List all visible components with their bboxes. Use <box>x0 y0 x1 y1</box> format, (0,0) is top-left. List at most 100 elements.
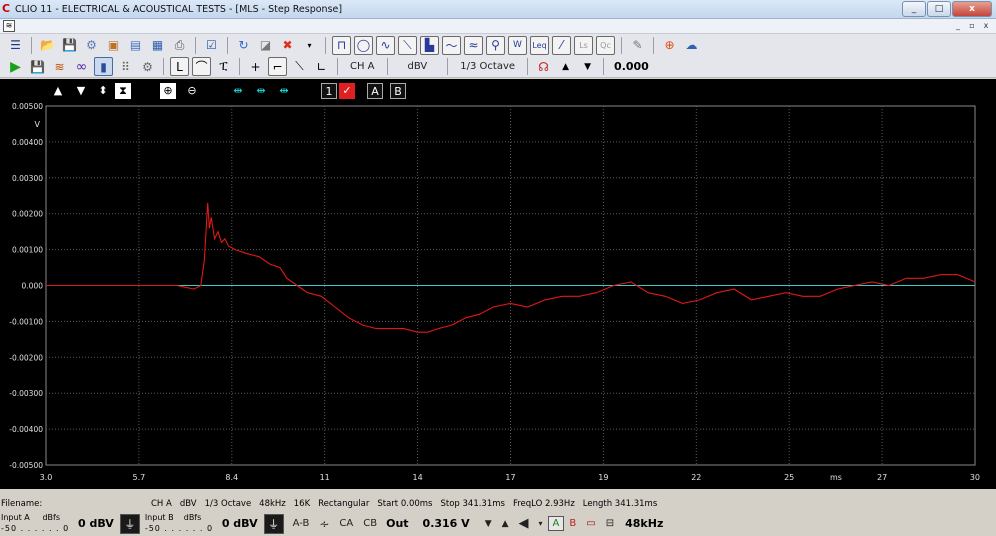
x-tick-label: 17 <box>505 473 515 482</box>
zoom-out-icon[interactable]: ⊖ <box>184 83 200 99</box>
checklist-icon[interactable]: ☑ <box>202 36 221 55</box>
image-icon[interactable]: ▤ <box>126 36 145 55</box>
microphone-icon[interactable]: ⚲ <box>486 35 505 55</box>
options-gear-icon[interactable]: ⚙ <box>138 57 157 76</box>
mdi-minimize-button[interactable]: _ <box>952 20 964 32</box>
cursor-right-icon[interactable]: ⇹ <box>276 83 292 99</box>
loop-icon[interactable]: ∻ <box>314 517 334 531</box>
overlay-b-button[interactable]: B <box>390 83 406 99</box>
maximize-button[interactable]: □ <box>927 1 951 17</box>
oscilloscope-icon[interactable]: 〜 <box>442 35 461 55</box>
impulse-icon[interactable]: ፒ <box>214 57 233 76</box>
waveform-icon[interactable]: ∿ <box>376 35 395 55</box>
close-button[interactable]: x <box>952 1 992 17</box>
menu-icon[interactable]: ☰ <box>6 36 25 55</box>
print-icon[interactable]: ⎙ <box>170 36 189 55</box>
hardware-box-icon[interactable]: ⊟ <box>601 518 619 529</box>
export-icon[interactable]: ▣ <box>104 36 123 55</box>
cloud-icon[interactable]: ☁ <box>682 36 701 55</box>
overlay-a-button[interactable]: A <box>367 83 383 99</box>
toolbar-separator <box>337 58 338 75</box>
step-response-trace[interactable] <box>46 202 976 333</box>
mdi-restore-button[interactable]: ▫ <box>966 20 978 32</box>
expand-vertical-icon[interactable]: ⬍ <box>95 83 111 99</box>
channel-selector[interactable]: CH A <box>344 61 381 72</box>
step-response-chart[interactable]: 0.00500 0.00400 0.00300 0.00200 0.00100 0.000… <box>0 79 996 489</box>
scroll-down-icon[interactable]: ▼ <box>73 83 89 99</box>
impedance-icon[interactable]: ▭ <box>581 518 600 529</box>
save-measure-icon[interactable]: 💾 <box>28 57 47 76</box>
overlay-1-button[interactable]: 1 <box>321 83 337 99</box>
wf-icon[interactable]: W <box>508 35 527 55</box>
ls-icon[interactable]: Ls <box>574 35 593 55</box>
infinity-icon[interactable]: ∞ <box>72 57 91 76</box>
sweep-icon[interactable]: ⟍ <box>398 35 417 55</box>
reference-value[interactable]: 0.000 <box>610 60 653 73</box>
plot-area[interactable]: 0.00500 0.00400 0.00300 0.00200 0.00100 0.000… <box>0 79 996 489</box>
linear-icon[interactable]: ⁄ <box>552 35 571 55</box>
input-a-phantom-icon[interactable]: ⏚ <box>119 513 140 534</box>
input-b-phantom-icon[interactable]: ⏚ <box>263 513 284 534</box>
leq-icon[interactable]: Leq <box>530 35 549 55</box>
multimeter-icon[interactable]: ≈ <box>464 35 483 55</box>
channel-a-output-button[interactable]: A <box>547 516 565 531</box>
input-b-gain[interactable]: 0 dBV <box>216 517 264 530</box>
calendar-icon[interactable]: ▦ <box>148 36 167 55</box>
mls-icon[interactable]: ⊓ <box>332 35 351 55</box>
input-b-meter: Input B dBfs -50 . . . . . . 0 <box>144 512 214 533</box>
ca-button[interactable]: CA <box>334 518 358 529</box>
gate-icon[interactable]: ⌐ <box>268 57 287 76</box>
info-freqlo: FreqLO 2.93Hz <box>512 499 575 509</box>
curve-icon[interactable]: ⌒ <box>192 57 211 76</box>
output-level[interactable]: 0.316 V <box>413 517 480 530</box>
dropdown-arrow-icon[interactable]: ▾ <box>300 36 319 55</box>
fit-vertical-icon[interactable]: ⧗ <box>115 83 131 99</box>
unit-selector[interactable]: dBV <box>394 61 442 72</box>
sinusoidal-icon[interactable]: ◯ <box>354 35 373 55</box>
step-l-icon[interactable]: L <box>170 57 189 76</box>
marker-icon[interactable]: ☊ <box>534 57 553 76</box>
cursor-plus-icon[interactable]: + <box>246 57 265 76</box>
open-folder-icon[interactable]: 📂 <box>38 36 57 55</box>
toolbar-separator <box>31 36 32 54</box>
loop-list-icon[interactable]: ≋ <box>50 57 69 76</box>
pencil-icon[interactable]: ✎ <box>628 36 647 55</box>
play-icon[interactable]: ▶ <box>6 57 25 76</box>
scroll-up-icon[interactable]: ▲ <box>50 83 66 99</box>
input-a-gain[interactable]: 0 dBV <box>72 517 120 530</box>
speaker-icon[interactable]: ◀ <box>514 516 534 531</box>
output-down-icon[interactable]: ▼ <box>480 519 497 529</box>
smoothing-selector[interactable]: 1/3 Octave <box>454 61 521 72</box>
info-window: Rectangular <box>318 499 370 509</box>
cursor-both-icon[interactable]: ⇹ <box>253 83 269 99</box>
eraser-icon[interactable]: ◪ <box>256 36 275 55</box>
overlay-check-button[interactable]: ✓ <box>339 83 355 99</box>
cursor-left-icon[interactable]: ⇹ <box>230 83 246 99</box>
axis-icon[interactable]: ∟ <box>312 57 331 76</box>
channel-b-output-button[interactable]: B <box>564 518 581 529</box>
bar-icon[interactable]: ▮ <box>94 57 113 76</box>
sample-rate[interactable]: 48kHz <box>619 517 669 530</box>
main-toolbar: ☰ 📂 💾 ⚙ ▣ ▤ ▦ ⎙ ☑ ↻ ◪ ✖ ▾ ⊓ ◯ ∿ ⟍ ▙ 〜 ≈ … <box>0 34 996 56</box>
zoom-in-icon[interactable]: ⊕ <box>160 83 176 99</box>
arrow-down-icon[interactable]: ▼ <box>578 57 597 76</box>
save-icon[interactable]: 💾 <box>60 36 79 55</box>
cb-button[interactable]: CB <box>358 518 382 529</box>
help-lifebuoy-icon[interactable]: ⊕ <box>660 36 679 55</box>
a-minus-b-button[interactable]: A-B <box>288 518 315 529</box>
delete-icon[interactable]: ✖ <box>278 36 297 55</box>
slope-icon[interactable]: ⟍ <box>290 57 309 76</box>
minimize-button[interactable]: _ <box>902 1 926 17</box>
speaker-dropdown-icon[interactable]: ▾ <box>534 519 548 528</box>
info-channel: CH A <box>151 499 172 509</box>
settings-icon[interactable]: ⚙ <box>82 36 101 55</box>
output-up-icon[interactable]: ▲ <box>497 519 514 529</box>
qc-icon[interactable]: Qc <box>596 35 615 55</box>
mdi-close-button[interactable]: x <box>980 20 992 32</box>
undo-icon[interactable]: ↻ <box>234 36 253 55</box>
document-icon[interactable]: ≋ <box>3 20 15 32</box>
input-a-label: Input A <box>1 512 30 522</box>
split-icon[interactable]: ⠿ <box>116 57 135 76</box>
arrow-up-icon[interactable]: ▲ <box>556 57 575 76</box>
fft-icon[interactable]: ▙ <box>420 35 439 55</box>
